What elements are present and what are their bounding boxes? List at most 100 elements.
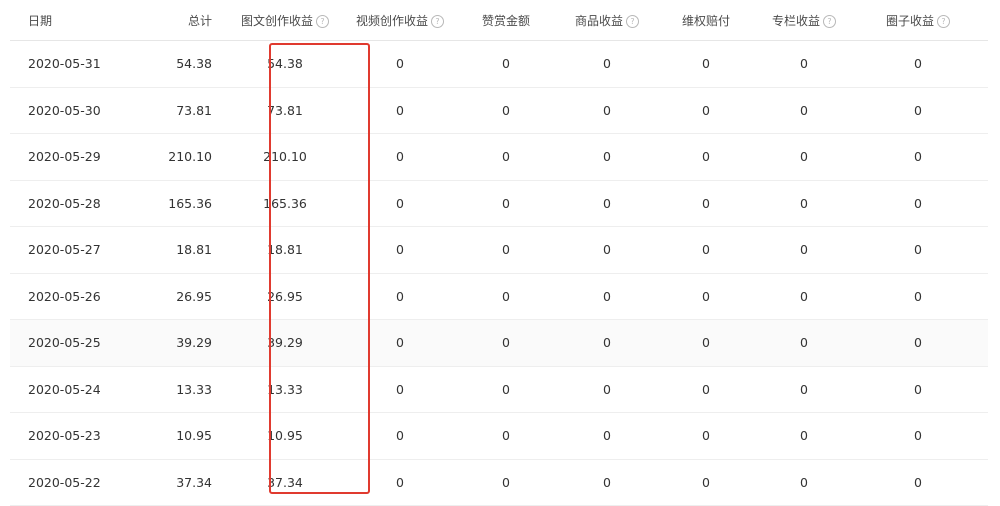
- header-circle-earnings: 圈子收益?: [848, 0, 988, 41]
- earnings-table-container: 日期 总计 图文创作收益? 视频创作收益? 赞赏金额 商品收益? 维权赔付 专栏…: [10, 0, 988, 506]
- cell-total: 210.10: [140, 133, 220, 181]
- cell-circle-earnings: 0: [848, 133, 988, 181]
- cell-total: 165.36: [140, 180, 220, 227]
- table-row: 2020-05-27 18.81 18.81 0 0 0 0 0 0: [10, 226, 988, 274]
- table-row: 2020-05-22 37.34 37.34 0 0 0 0 0 0: [10, 459, 988, 506]
- cell-article-earnings: 39.29: [220, 319, 350, 367]
- header-total: 总计: [140, 0, 220, 41]
- cell-article-earnings: 18.81: [220, 226, 350, 274]
- help-circle-icon[interactable]: ?: [626, 14, 639, 28]
- cell-tip-amount: 0: [450, 412, 562, 460]
- table-row: 2020-05-24 13.33 13.33 0 0 0 0 0 0: [10, 366, 988, 413]
- cell-article-earnings: 54.38: [220, 40, 350, 88]
- cell-rights-compensation: 0: [652, 180, 760, 227]
- cell-article-earnings: 37.34: [220, 459, 350, 506]
- cell-date: 2020-05-23: [10, 412, 140, 460]
- header-video-earnings: 视频创作收益?: [350, 0, 450, 41]
- cell-product-earnings: 0: [562, 87, 652, 134]
- cell-article-earnings: 13.33: [220, 366, 350, 413]
- cell-video-earnings: 0: [350, 273, 450, 320]
- cell-video-earnings: 0: [350, 319, 450, 367]
- cell-rights-compensation: 0: [652, 226, 760, 274]
- cell-circle-earnings: 0: [848, 366, 988, 413]
- cell-total: 37.34: [140, 459, 220, 506]
- cell-product-earnings: 0: [562, 273, 652, 320]
- header-column-earnings: 专栏收益?: [760, 0, 848, 41]
- table-row: 2020-05-31 54.38 54.38 0 0 0 0 0 0: [10, 40, 988, 88]
- cell-product-earnings: 0: [562, 40, 652, 88]
- cell-total: 18.81: [140, 226, 220, 274]
- cell-date: 2020-05-24: [10, 366, 140, 413]
- cell-tip-amount: 0: [450, 180, 562, 227]
- cell-tip-amount: 0: [450, 40, 562, 88]
- header-label: 专栏收益: [771, 13, 820, 28]
- cell-video-earnings: 0: [350, 226, 450, 274]
- cell-circle-earnings: 0: [848, 319, 988, 367]
- cell-date: 2020-05-29: [10, 133, 140, 181]
- cell-tip-amount: 0: [450, 133, 562, 181]
- help-circle-icon[interactable]: ?: [937, 14, 950, 28]
- table-row: 2020-05-26 26.95 26.95 0 0 0 0 0 0: [10, 273, 988, 320]
- cell-circle-earnings: 0: [848, 226, 988, 274]
- table-row: 2020-05-29 210.10 210.10 0 0 0 0 0 0: [10, 133, 988, 181]
- header-tip-amount: 赞赏金额: [450, 0, 562, 41]
- cell-product-earnings: 0: [562, 366, 652, 413]
- cell-rights-compensation: 0: [652, 133, 760, 181]
- table-row: 2020-05-25 39.29 39.29 0 0 0 0 0 0: [10, 319, 988, 367]
- cell-date: 2020-05-27: [10, 226, 140, 274]
- cell-date: 2020-05-26: [10, 273, 140, 320]
- header-product-earnings: 商品收益?: [562, 0, 652, 41]
- cell-rights-compensation: 0: [652, 273, 760, 320]
- cell-date: 2020-05-31: [10, 40, 140, 88]
- cell-date: 2020-05-22: [10, 459, 140, 506]
- cell-column-earnings: 0: [760, 87, 848, 134]
- cell-article-earnings: 26.95: [220, 273, 350, 320]
- cell-rights-compensation: 0: [652, 366, 760, 413]
- table-header-row: 日期 总计 图文创作收益? 视频创作收益? 赞赏金额 商品收益? 维权赔付 专栏…: [10, 0, 988, 41]
- help-circle-icon[interactable]: ?: [431, 14, 444, 28]
- header-label: 商品收益: [574, 13, 623, 28]
- cell-circle-earnings: 0: [848, 40, 988, 88]
- cell-circle-earnings: 0: [848, 87, 988, 134]
- cell-column-earnings: 0: [760, 273, 848, 320]
- cell-total: 54.38: [140, 40, 220, 88]
- cell-total: 39.29: [140, 319, 220, 367]
- cell-column-earnings: 0: [760, 180, 848, 227]
- cell-column-earnings: 0: [760, 40, 848, 88]
- table-row: 2020-05-23 10.95 10.95 0 0 0 0 0 0: [10, 412, 988, 460]
- cell-article-earnings: 210.10: [220, 133, 350, 181]
- cell-total: 26.95: [140, 273, 220, 320]
- header-label: 视频创作收益: [355, 13, 428, 28]
- header-label: 圈子收益: [885, 13, 934, 28]
- cell-product-earnings: 0: [562, 226, 652, 274]
- cell-date: 2020-05-30: [10, 87, 140, 134]
- earnings-table: 日期 总计 图文创作收益? 视频创作收益? 赞赏金额 商品收益? 维权赔付 专栏…: [10, 0, 988, 506]
- cell-tip-amount: 0: [450, 273, 562, 320]
- cell-column-earnings: 0: [760, 226, 848, 274]
- cell-product-earnings: 0: [562, 319, 652, 367]
- cell-video-earnings: 0: [350, 412, 450, 460]
- cell-column-earnings: 0: [760, 412, 848, 460]
- header-label: 日期: [28, 13, 53, 28]
- cell-video-earnings: 0: [350, 180, 450, 227]
- cell-tip-amount: 0: [450, 87, 562, 134]
- cell-video-earnings: 0: [350, 459, 450, 506]
- cell-rights-compensation: 0: [652, 87, 760, 134]
- header-rights-compensation: 维权赔付: [652, 0, 760, 41]
- cell-circle-earnings: 0: [848, 459, 988, 506]
- cell-article-earnings: 165.36: [220, 180, 350, 227]
- help-circle-icon[interactable]: ?: [316, 14, 329, 28]
- cell-video-earnings: 0: [350, 133, 450, 181]
- cell-tip-amount: 0: [450, 226, 562, 274]
- cell-product-earnings: 0: [562, 412, 652, 460]
- header-date: 日期: [10, 0, 140, 41]
- cell-circle-earnings: 0: [848, 412, 988, 460]
- cell-rights-compensation: 0: [652, 459, 760, 506]
- table-body: 2020-05-31 54.38 54.38 0 0 0 0 0 0 2020-05-30 73.8…: [10, 40, 988, 506]
- cell-video-earnings: 0: [350, 87, 450, 134]
- cell-total: 10.95: [140, 412, 220, 460]
- cell-circle-earnings: 0: [848, 273, 988, 320]
- header-label: 维权赔付: [681, 13, 730, 28]
- help-circle-icon[interactable]: ?: [823, 14, 836, 28]
- cell-rights-compensation: 0: [652, 40, 760, 88]
